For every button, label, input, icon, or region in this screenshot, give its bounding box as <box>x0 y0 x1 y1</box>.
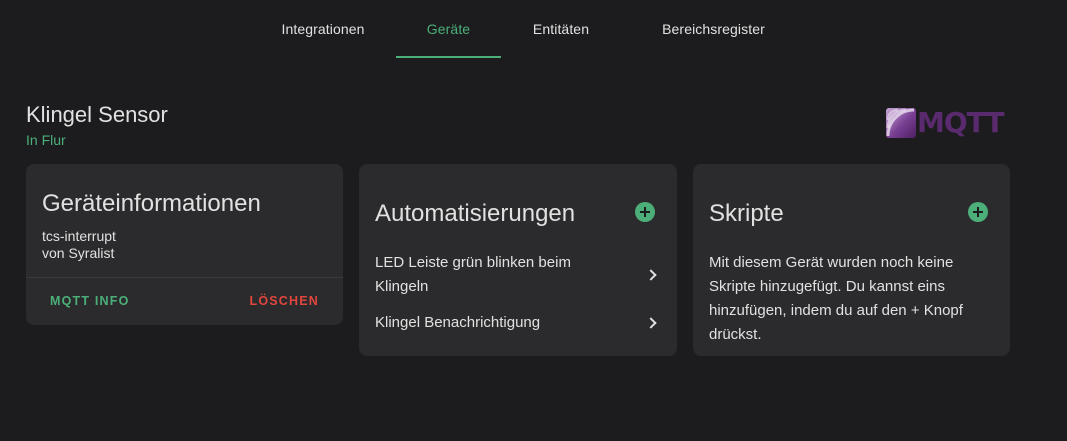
scripts-title: Skripte <box>709 200 784 227</box>
automation-item[interactable]: LED Leiste grün blinken beim Klingeln <box>359 251 677 299</box>
mqtt-info-button[interactable]: MQTT INFO <box>50 294 130 308</box>
scripts-empty-text: Mit diesem Gerät wurden noch keine Skrip… <box>709 254 963 343</box>
tab-entitaeten[interactable]: Entitäten <box>501 0 621 58</box>
mqtt-logo-text: MQTT <box>917 106 1005 139</box>
add-script-icon[interactable] <box>968 202 988 222</box>
chevron-right-icon <box>645 269 657 281</box>
automation-item[interactable]: Klingel Benachrichtigung <box>359 311 677 335</box>
add-automation-icon[interactable] <box>635 202 655 222</box>
tab-geraete[interactable]: Geräte <box>396 0 501 58</box>
page-title: Klingel Sensor <box>26 102 168 127</box>
tab-bereichsregister[interactable]: Bereichsregister <box>621 0 806 58</box>
automations-card: Automatisierungen LED Leiste grün blinke… <box>359 164 677 356</box>
mqtt-logo: MQTT <box>886 108 1010 138</box>
tab-integrationen[interactable]: Integrationen <box>250 0 396 58</box>
device-model: tcs-interrupt <box>42 228 116 244</box>
device-area-link[interactable]: In Flur <box>26 132 66 148</box>
tab-bar: Integrationen Geräte Entitäten Bereichsr… <box>250 0 806 58</box>
delete-button[interactable]: LÖSCHEN <box>249 294 319 308</box>
card-divider <box>26 277 343 278</box>
scripts-card: Skripte Mit diesem Gerät wurden noch kei… <box>693 164 1010 356</box>
automation-item-label: LED Leiste grün blinken beim Klingeln <box>375 254 571 295</box>
device-manufacturer: von Syralist <box>42 245 115 261</box>
device-info-card: Geräteinformationen tcs-interrupt von Sy… <box>26 164 343 325</box>
automations-title: Automatisierungen <box>375 200 576 227</box>
device-info-title: Geräteinformationen <box>42 190 261 217</box>
automation-item-label: Klingel Benachrichtigung <box>375 314 541 331</box>
chevron-right-icon <box>645 317 657 329</box>
mqtt-logo-icon <box>886 108 916 138</box>
